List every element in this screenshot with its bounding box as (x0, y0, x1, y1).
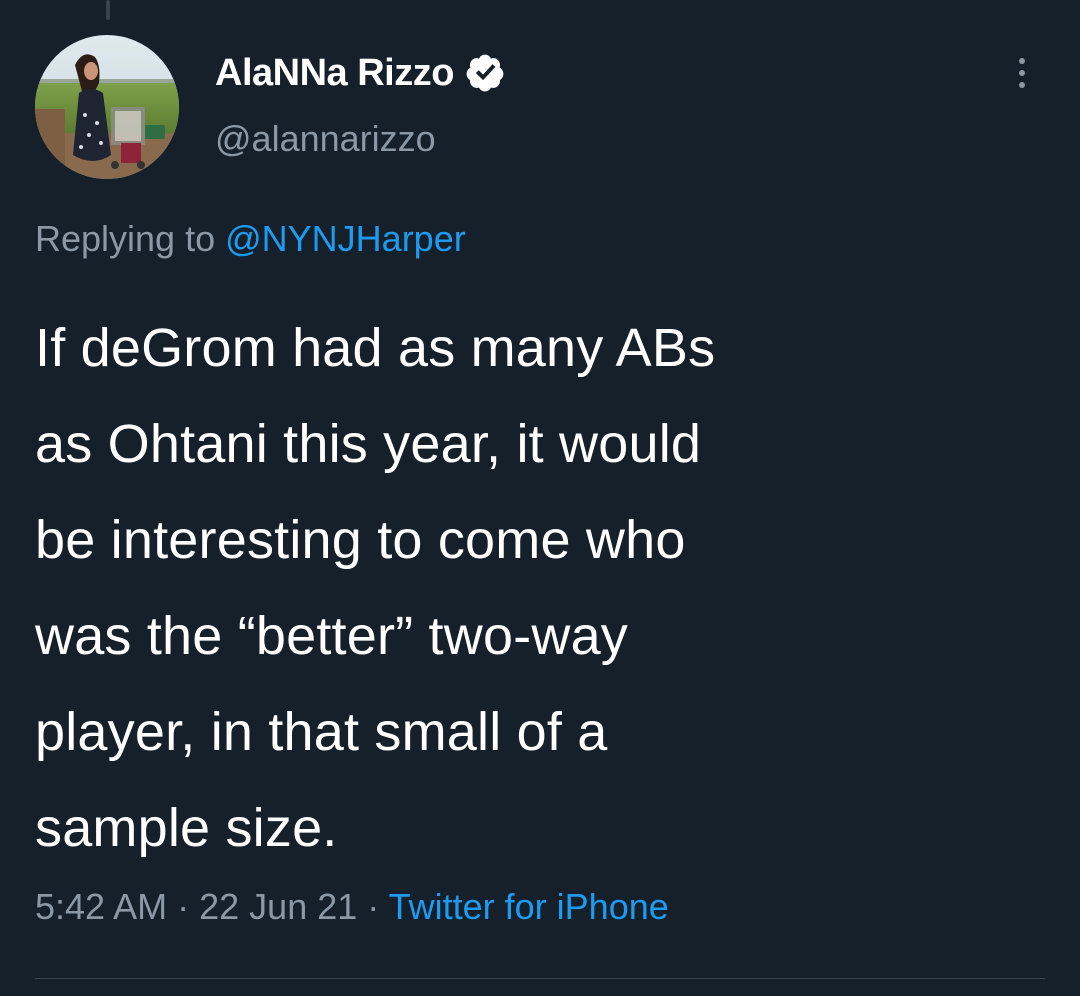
avatar[interactable] (35, 35, 179, 179)
more-dot (1019, 82, 1025, 88)
more-options-icon[interactable] (1010, 58, 1034, 98)
tweet-text-line: was the “better” two-way (35, 606, 628, 666)
replying-to-line: Replying to @NYNJHarper (35, 218, 466, 260)
tweet-time[interactable]: 5:42 AM (35, 886, 167, 927)
tweet-text: If deGrom had as many ABs as Ohtani this… (35, 300, 1045, 876)
tweet-text-line: If deGrom had as many ABs (35, 318, 716, 378)
tweet-source-link[interactable]: Twitter for iPhone (389, 886, 669, 927)
tweet-text-line: as Ohtani this year, it would (35, 414, 702, 474)
verified-badge-icon (464, 52, 506, 94)
reply-mention-link[interactable]: @NYNJHarper (225, 218, 466, 259)
thread-connector-line (106, 0, 110, 20)
author-display-name[interactable]: AlaNNa Rizzo (215, 52, 454, 95)
meta-separator: · (177, 886, 190, 927)
author-name-row[interactable]: AlaNNa Rizzo (215, 48, 506, 98)
tweet-metadata: 5:42 AM · 22 Jun 21 · Twitter for iPhone (35, 886, 669, 928)
tweet-text-line: sample size. (35, 798, 338, 858)
replying-to-label: Replying to (35, 218, 216, 259)
author-handle[interactable]: @alannarizzo (215, 118, 436, 160)
divider (35, 978, 1045, 979)
more-dot (1019, 70, 1025, 76)
tweet-date[interactable]: 22 Jun 21 (199, 886, 357, 927)
avatar-photo (35, 35, 179, 179)
meta-separator: · (367, 886, 380, 927)
more-dot (1019, 58, 1025, 64)
tweet-text-line: be interesting to come who (35, 510, 686, 570)
tweet-text-line: player, in that small of a (35, 702, 608, 762)
